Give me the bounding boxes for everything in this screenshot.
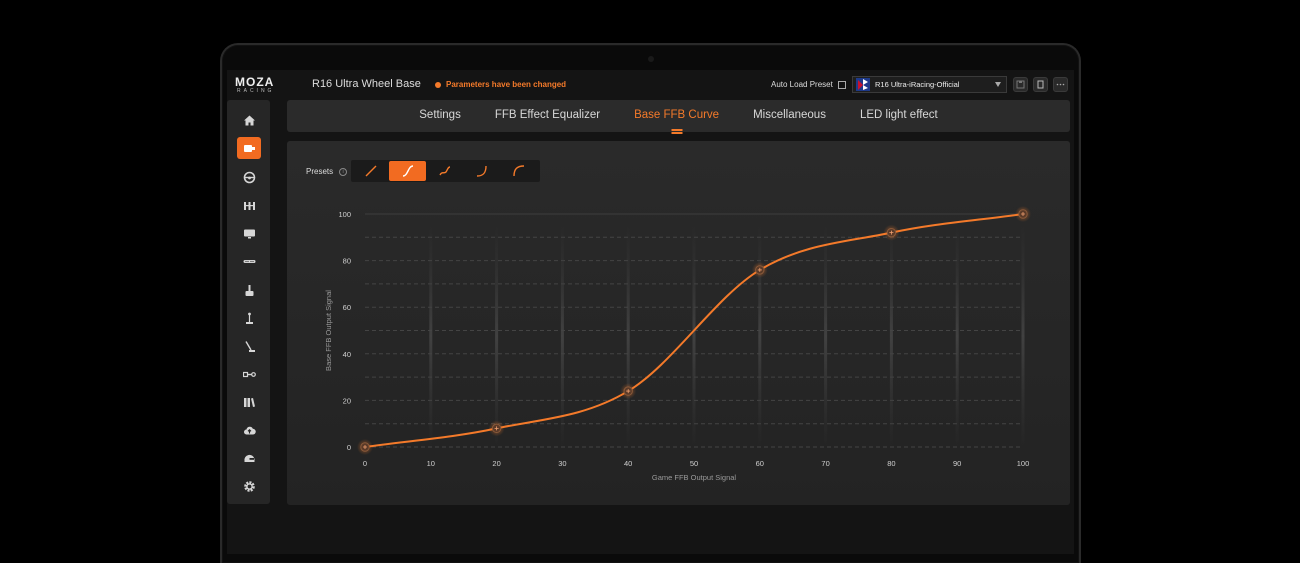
auto-load-checkbox[interactable] bbox=[837, 80, 846, 89]
grid-line-v bbox=[429, 226, 433, 447]
grid-line-v bbox=[495, 226, 499, 447]
tab-settings[interactable]: Settings bbox=[419, 109, 461, 123]
x-tick-label: 100 bbox=[1017, 459, 1030, 468]
grid-line-v bbox=[560, 226, 564, 447]
x-tick-label: 60 bbox=[756, 459, 764, 468]
status-dot-icon bbox=[435, 81, 441, 88]
home-icon[interactable] bbox=[237, 109, 261, 131]
status-message-text: Parameters have been changed bbox=[446, 80, 567, 89]
y-tick-label: 100 bbox=[338, 210, 351, 219]
y-tick-label: 40 bbox=[343, 350, 351, 359]
moza-logo: MOZA RACING bbox=[235, 76, 299, 94]
device-name: R16 Ultra Wheel Base bbox=[312, 78, 421, 90]
pedals-icon[interactable] bbox=[237, 194, 261, 216]
helmet-icon[interactable] bbox=[237, 447, 261, 469]
title-bar: MOZA RACING R16 Ultra Wheel Base Paramet… bbox=[227, 70, 1074, 98]
hub-icon[interactable] bbox=[237, 363, 261, 385]
x-tick-label: 90 bbox=[953, 459, 961, 468]
shifter-icon[interactable] bbox=[237, 307, 261, 329]
y-axis-label: Base FFB Output Signal bbox=[324, 290, 333, 371]
auto-load-preset[interactable]: Auto Load Preset bbox=[771, 80, 846, 89]
logo-main-text: MOZA bbox=[235, 75, 275, 89]
ffb-curve-chart: 0 20 40 60 80 100 0 10 20 30 40 50 60 70 80 90 100 Game F… bbox=[324, 206, 1031, 482]
x-tick-label: 80 bbox=[887, 459, 895, 468]
wheelbase-icon[interactable] bbox=[237, 137, 261, 159]
library-icon[interactable] bbox=[237, 391, 261, 413]
cloud-upload-icon[interactable] bbox=[237, 419, 261, 441]
copy-icon[interactable] bbox=[1033, 77, 1048, 92]
grid-line-v bbox=[824, 226, 828, 447]
app-window: MOZA RACING R16 Ultra Wheel Base Paramet… bbox=[227, 70, 1074, 554]
iracing-flag-icon bbox=[856, 78, 870, 91]
y-tick-label: 60 bbox=[343, 303, 351, 312]
camera-dot bbox=[648, 56, 654, 62]
grid-line-v bbox=[1021, 226, 1025, 447]
x-tick-label: 10 bbox=[427, 459, 435, 468]
steering-wheel-icon[interactable] bbox=[237, 166, 261, 188]
tab-bar: Settings FFB Effect Equalizer Base FFB C… bbox=[287, 100, 1070, 132]
y-tick-label: 0 bbox=[347, 443, 351, 452]
x-tick-label: 20 bbox=[492, 459, 500, 468]
tab-led-light-effect[interactable]: LED light effect bbox=[860, 109, 938, 123]
x-tick-label: 0 bbox=[363, 459, 367, 468]
grid-line-v bbox=[955, 226, 959, 447]
grid-line-v bbox=[626, 226, 630, 447]
x-axis-label: Game FFB Output Signal bbox=[652, 473, 737, 482]
auto-load-label: Auto Load Preset bbox=[771, 80, 833, 89]
status-message: Parameters have been changed bbox=[435, 80, 566, 89]
y-tick-label: 80 bbox=[343, 257, 351, 266]
tab-ffb-effect-equalizer[interactable]: FFB Effect Equalizer bbox=[495, 109, 600, 123]
grid-line-v bbox=[889, 226, 893, 447]
y-tick-label: 20 bbox=[343, 396, 351, 405]
logo-sub-text: RACING bbox=[237, 88, 275, 94]
x-tick-label: 70 bbox=[821, 459, 829, 468]
settings-gear-icon[interactable] bbox=[237, 475, 261, 497]
grid-line-v bbox=[758, 226, 762, 447]
more-icon[interactable] bbox=[1053, 77, 1068, 92]
x-tick-label: 50 bbox=[690, 459, 698, 468]
save-icon[interactable] bbox=[1013, 77, 1028, 92]
handbrake-icon[interactable] bbox=[237, 279, 261, 301]
sequential-shifter-icon[interactable] bbox=[237, 335, 261, 357]
display-bar-icon[interactable] bbox=[237, 250, 261, 272]
chevron-down-icon bbox=[995, 82, 1001, 87]
preset-dropdown[interactable]: R16 Ultra-iRacing-Official bbox=[852, 76, 1007, 93]
sidebar bbox=[227, 100, 270, 504]
dashboard-icon[interactable] bbox=[237, 222, 261, 244]
x-tick-label: 40 bbox=[624, 459, 632, 468]
selected-preset-text: R16 Ultra-iRacing-Official bbox=[875, 80, 960, 89]
x-tick-label: 30 bbox=[558, 459, 566, 468]
grid-line-v bbox=[692, 226, 696, 447]
tab-miscellaneous[interactable]: Miscellaneous bbox=[753, 109, 826, 123]
tab-base-ffb-curve[interactable]: Base FFB Curve bbox=[634, 109, 719, 123]
